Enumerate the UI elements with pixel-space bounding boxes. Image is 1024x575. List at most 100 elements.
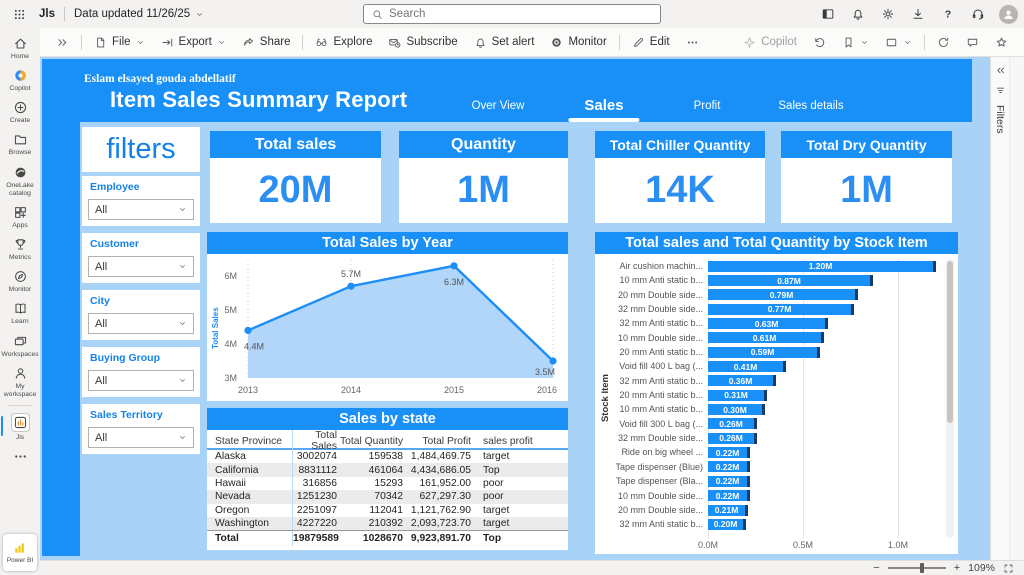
- bar[interactable]: 0.59M: [708, 346, 820, 358]
- bar[interactable]: 0.41M: [708, 361, 786, 373]
- bar[interactable]: 0.22M: [708, 490, 750, 502]
- zoom-slider[interactable]: [887, 563, 946, 573]
- sidebar-item-create[interactable]: Create: [0, 96, 40, 128]
- zoom-out-button[interactable]: −: [873, 562, 879, 574]
- tab-profit[interactable]: Profit: [694, 100, 721, 112]
- bar-chart-scrollbar[interactable]: [946, 259, 954, 538]
- search-icon: [372, 9, 383, 20]
- zoom-in-button[interactable]: +: [954, 562, 960, 574]
- expand-pane-button[interactable]: [48, 28, 77, 57]
- bar[interactable]: 1.20M: [708, 260, 936, 272]
- bar[interactable]: 0.22M: [708, 447, 750, 459]
- edit-button[interactable]: Edit: [624, 28, 678, 57]
- bar[interactable]: 0.22M: [708, 475, 750, 487]
- bar-row: 0.20M: [708, 517, 943, 531]
- bar[interactable]: 0.22M: [708, 461, 750, 473]
- zoom-slider-thumb[interactable]: [919, 563, 924, 573]
- bar[interactable]: 0.63M: [708, 318, 828, 330]
- table-row[interactable]: California 8831112 461064 4,434,686.05 Top: [207, 463, 568, 477]
- line-chart[interactable]: 3M 4M 5M 6M Total Sales 4.4M 5.7M 6.3M 3.5M 2013 2…: [207, 254, 568, 401]
- column-header[interactable]: State Province: [215, 430, 293, 452]
- explore-button[interactable]: Explore: [307, 28, 380, 57]
- sidebar-item-monitor[interactable]: Monitor: [0, 265, 40, 297]
- sidebar-item-jls[interactable]: Jls: [0, 409, 40, 445]
- search-input[interactable]: [389, 8, 652, 20]
- file-button[interactable]: File: [86, 28, 153, 57]
- set-alert-button[interactable]: Set alert: [466, 28, 543, 57]
- table-row[interactable]: Washington 4227220 210392 2,093,723.70 targe…: [207, 516, 568, 531]
- table-row[interactable]: Hawaii 316856 15293 161,952.00 poor: [207, 476, 568, 491]
- filter-dropdown[interactable]: All: [88, 199, 194, 220]
- more-options-button[interactable]: [678, 28, 707, 57]
- reset-button[interactable]: [805, 28, 834, 57]
- sidebar-item-metrics[interactable]: Metrics: [0, 233, 40, 265]
- filter-dropdown[interactable]: All: [88, 313, 194, 334]
- sidebar-more-button[interactable]: [0, 445, 40, 467]
- expand-filters-pane-button[interactable]: [995, 65, 1006, 76]
- downloads-button[interactable]: [905, 0, 931, 28]
- app-launcher-button[interactable]: [0, 0, 39, 28]
- copilot-button[interactable]: Copilot: [735, 28, 805, 57]
- settings-button[interactable]: [875, 0, 901, 28]
- notifications-button[interactable]: [845, 0, 871, 28]
- sidebar-item-copilot[interactable]: Copilot: [0, 64, 40, 96]
- fit-to-page-button[interactable]: [1003, 563, 1014, 574]
- sidebar-item-browse[interactable]: Browse: [0, 128, 40, 160]
- tab-sales-details[interactable]: Sales details: [778, 100, 843, 112]
- column-header[interactable]: Total Profit: [405, 436, 473, 447]
- bar[interactable]: 0.30M: [708, 404, 765, 416]
- filter-dropdown[interactable]: All: [88, 427, 194, 448]
- sidebar-item-workspaces[interactable]: Workspaces: [0, 330, 40, 362]
- subscribe-button[interactable]: Subscribe: [380, 28, 465, 57]
- sidebar-item-apps[interactable]: Apps: [0, 201, 40, 233]
- report-canvas: Eslam elsayed gouda abdellatif Item Sale…: [40, 57, 990, 560]
- filter-dropdown[interactable]: All: [88, 256, 194, 277]
- column-header[interactable]: Total Sales: [293, 430, 339, 452]
- export-button[interactable]: Export: [153, 28, 234, 57]
- table-row[interactable]: Alaska 3002074 159538 1,484,469.75 target: [207, 450, 568, 464]
- workspaces-icon: [13, 334, 28, 349]
- bar[interactable]: 0.26M: [708, 418, 757, 430]
- favorite-button[interactable]: [987, 28, 1016, 57]
- comments-button[interactable]: [958, 28, 987, 57]
- sidebar-item-learn[interactable]: Learn: [0, 297, 40, 329]
- account-avatar[interactable]: [999, 4, 1018, 24]
- bar[interactable]: 0.31M: [708, 389, 767, 401]
- sidebar-item-onelake-catalog[interactable]: OneLake catalog: [0, 161, 40, 201]
- bookmarks-button[interactable]: [834, 28, 877, 57]
- filter-funnel-icon[interactable]: [995, 85, 1006, 96]
- bar[interactable]: 0.87M: [708, 275, 873, 287]
- view-button[interactable]: [877, 28, 920, 57]
- feedback-button[interactable]: [965, 0, 991, 28]
- table-row[interactable]: Nevada 1251230 70342 627,297.30 poor: [207, 490, 568, 504]
- help-button[interactable]: ?: [935, 0, 961, 28]
- share-button[interactable]: Share: [234, 28, 299, 57]
- scrollbar-thumb[interactable]: [947, 261, 953, 423]
- bar-row: 0.26M: [708, 431, 943, 445]
- refresh-button[interactable]: [929, 28, 958, 57]
- powerbi-logo[interactable]: Power BI: [3, 534, 37, 571]
- filter-dropdown[interactable]: All: [88, 370, 194, 391]
- bar[interactable]: 0.36M: [708, 375, 776, 387]
- bar[interactable]: 0.26M: [708, 432, 757, 444]
- table-row[interactable]: Oregon 2251097 112041 1,121,762.90 target: [207, 503, 568, 517]
- column-header[interactable]: Total Quantity: [339, 436, 405, 447]
- column-header[interactable]: sales profit: [473, 436, 560, 447]
- monitor-button[interactable]: Monitor: [542, 28, 614, 57]
- bar[interactable]: 0.77M: [708, 303, 854, 315]
- workspace-badge[interactable]: Jls: [39, 8, 55, 20]
- sidebar-item-my-workspace[interactable]: My workspace: [0, 362, 40, 402]
- bar[interactable]: 0.79M: [708, 289, 858, 301]
- page-scrollbar-track[interactable]: [1009, 57, 1024, 560]
- kpi-title: Total Dry Quantity: [781, 131, 952, 158]
- bar[interactable]: 0.61M: [708, 332, 824, 344]
- sidebar-item-home[interactable]: Home: [0, 32, 40, 64]
- navigation-pane-button[interactable]: [815, 0, 841, 28]
- dataset-status-button[interactable]: Data updated 11/26/25: [74, 0, 204, 28]
- tab-over-view[interactable]: Over View: [472, 100, 525, 112]
- canvas-left-gutter: [42, 59, 80, 556]
- line-chart-title: Total Sales by Year: [207, 232, 568, 254]
- bar[interactable]: 0.20M: [708, 518, 746, 530]
- bar[interactable]: 0.21M: [708, 504, 748, 516]
- tab-sales[interactable]: Sales: [568, 97, 640, 122]
